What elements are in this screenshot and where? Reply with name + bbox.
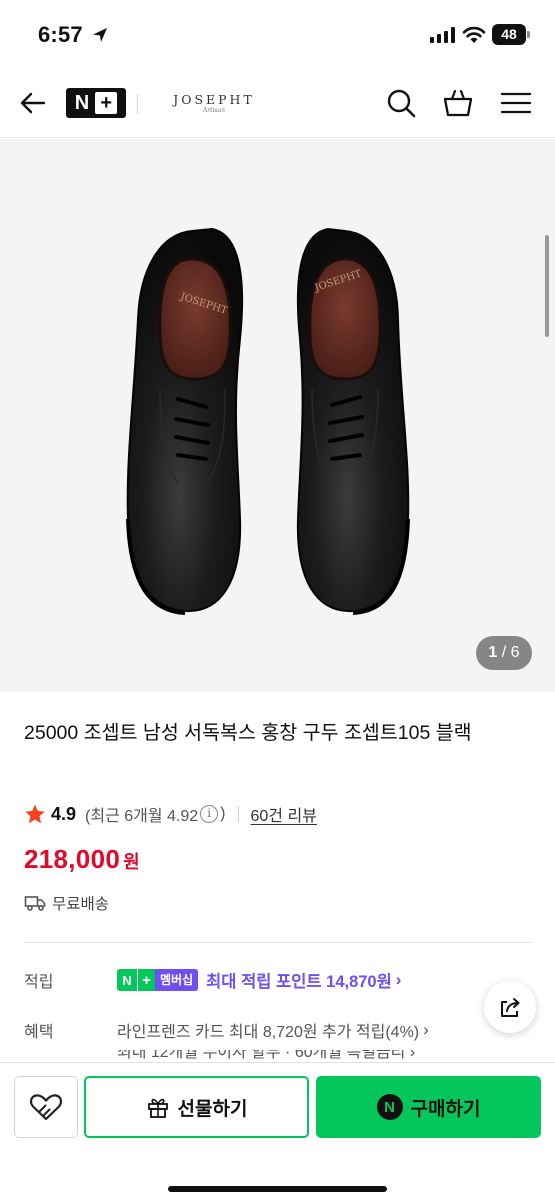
shipping-row: 무료배송 bbox=[24, 892, 109, 914]
rating-score: 4.9 bbox=[51, 803, 77, 824]
logo-plus: + bbox=[95, 92, 118, 114]
membership-badge-plus: + bbox=[137, 969, 155, 991]
review-count-link[interactable]: 60건 리뷰 bbox=[251, 802, 317, 826]
price-unit: 원 bbox=[123, 852, 140, 872]
benefit-row[interactable]: 혜택 라인프렌즈 카드 최대 8,720원 추가 적립(4%) › bbox=[24, 1018, 429, 1042]
card-benefit-text: 라인프렌즈 카드 최대 8,720원 추가 적립(4%) bbox=[117, 1024, 420, 1041]
header-divider bbox=[137, 94, 138, 114]
naver-plus-logo[interactable]: N + bbox=[66, 88, 126, 118]
battery-icon: 48 bbox=[492, 24, 526, 45]
membership-badge-text: 멤버십 bbox=[155, 969, 199, 991]
share-icon bbox=[501, 998, 520, 1017]
rating-row: 4.9 (최근 6개월 4.92 i ) 60건 리뷰 bbox=[24, 800, 317, 828]
price-row: 218,000 원 bbox=[24, 844, 140, 875]
naver-pay-icon: N bbox=[376, 1094, 403, 1120]
back-arrow-icon[interactable] bbox=[18, 88, 48, 118]
rating-divider bbox=[237, 806, 239, 822]
battery-cap bbox=[527, 31, 530, 38]
brand-name: JOSEPHT bbox=[173, 92, 255, 107]
price-value: 218,000 bbox=[24, 844, 121, 874]
recent-rating-prefix: (최근 6개월 4.92 bbox=[85, 808, 199, 825]
search-icon[interactable] bbox=[384, 86, 418, 120]
image-counter: 1 / 6 bbox=[476, 636, 532, 670]
section-divider bbox=[24, 942, 532, 943]
membership-badge-n: N bbox=[117, 969, 137, 991]
heart-icon bbox=[29, 1094, 63, 1121]
installment-text: 최대 12개월 무이자 할부 · 60개월 특별금리 › bbox=[117, 1050, 416, 1061]
product-image-shoes: JOSEPHT JOSEPHT bbox=[126, 227, 410, 615]
truck-icon bbox=[24, 896, 46, 911]
brand-logo[interactable]: JOSEPHT Artisan bbox=[168, 92, 260, 114]
product-title: 25000 조셉트 남성 서독복스 홍창 구두 조셉트105 블랙 bbox=[24, 722, 472, 744]
gift-button[interactable]: 선물하기 bbox=[84, 1076, 309, 1138]
wishlist-button[interactable] bbox=[14, 1076, 78, 1138]
share-button[interactable] bbox=[484, 981, 536, 1033]
image-counter-current: 1 bbox=[488, 644, 498, 661]
brand-subtitle: Artisan bbox=[202, 107, 226, 114]
points-label: 적립 bbox=[24, 974, 54, 991]
chevron-right-icon: › bbox=[423, 1020, 429, 1039]
chevron-right-icon: › bbox=[395, 970, 402, 989]
info-icon[interactable]: i bbox=[200, 805, 219, 823]
page-scrollbar[interactable] bbox=[545, 235, 549, 337]
benefit-label: 혜택 bbox=[24, 1024, 54, 1041]
status-bar: 6:57 48 bbox=[0, 0, 555, 66]
membership-badge: N + 멤버십 bbox=[117, 969, 199, 991]
gift-icon bbox=[147, 1098, 168, 1118]
image-counter-total: 6 bbox=[510, 644, 520, 661]
image-counter-separator: / bbox=[501, 644, 507, 661]
wifi-icon bbox=[462, 26, 486, 43]
app-header: N + JOSEPHT Artisan bbox=[0, 66, 555, 138]
bottom-action-bar: 선물하기 N 구매하기 bbox=[0, 1062, 555, 1200]
buy-button[interactable]: N 구매하기 bbox=[316, 1076, 541, 1138]
right-shoe: JOSEPHT bbox=[296, 227, 410, 615]
location-arrow-icon bbox=[93, 28, 107, 42]
shopping-bag-icon[interactable] bbox=[441, 86, 475, 120]
gift-label: 선물하기 bbox=[177, 1098, 248, 1120]
shipping-text: 무료배송 bbox=[52, 896, 110, 913]
status-time: 6:57 bbox=[38, 22, 83, 47]
installment-row-clipped: 최대 12개월 무이자 할부 · 60개월 특별금리 › bbox=[117, 1050, 517, 1062]
buy-label: 구매하기 bbox=[410, 1098, 481, 1120]
points-row[interactable]: 적립 N + 멤버십 최대 적립 포인트 14,870원 › bbox=[24, 968, 401, 992]
max-points-text: 최대 적립 포인트 14,870원 bbox=[206, 973, 392, 991]
left-shoe: JOSEPHT bbox=[126, 227, 244, 615]
menu-icon[interactable] bbox=[499, 86, 533, 120]
home-indicator[interactable] bbox=[168, 1186, 387, 1192]
product-image-gallery[interactable]: JOSEPHT JOSEPHT 1 / 6 bbox=[0, 139, 555, 692]
cellular-signal-icon bbox=[430, 27, 455, 43]
recent-rating-suffix: ) bbox=[220, 805, 226, 822]
logo-n: N bbox=[74, 91, 90, 114]
star-icon bbox=[25, 804, 45, 824]
